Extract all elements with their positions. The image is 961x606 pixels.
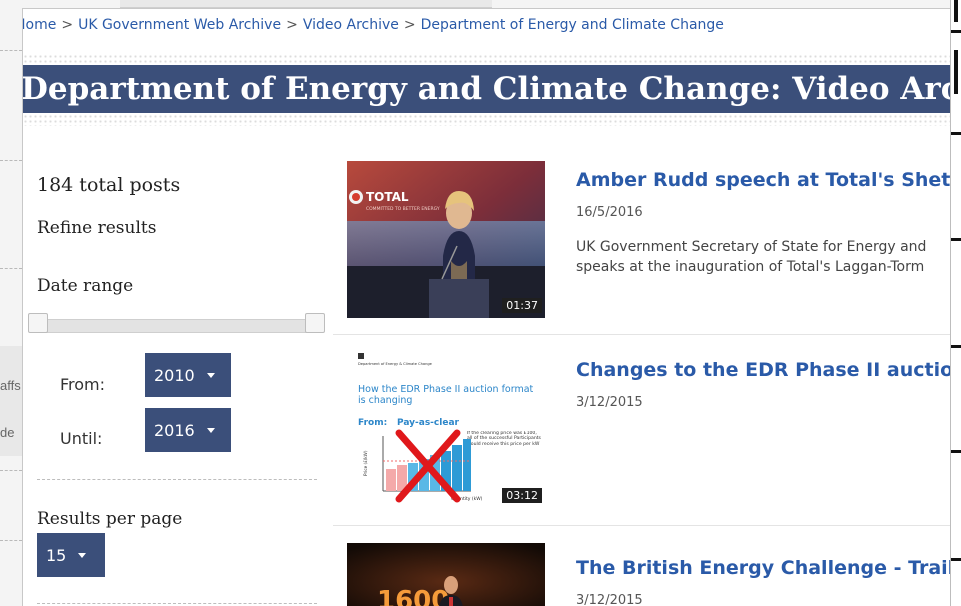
background-rail-bar	[954, 50, 958, 94]
post-description: UK Government Secretary of State for Ene…	[576, 237, 950, 277]
chevron-down-icon	[206, 427, 215, 433]
breadcrumb-separator: >	[286, 17, 298, 33]
post-item: 1600 The British Energy Challenge - Trai…	[333, 543, 950, 606]
post-description-line: speaks at the inauguration of Total's La…	[576, 259, 925, 275]
thumb-pay-as-clear: Pay-as-clear	[397, 418, 460, 428]
until-label: Until:	[60, 429, 103, 448]
video-thumbnail[interactable]: 1600	[347, 543, 545, 606]
background-rail-tick	[951, 345, 961, 348]
date-range-end-handle[interactable]	[305, 313, 325, 333]
post-description-line: UK Government Secretary of State for Ene…	[576, 239, 927, 255]
until-year-value: 2016	[154, 420, 195, 440]
video-archive-window: Home>UK Government Web Archive>Video Arc…	[22, 8, 950, 606]
total-posts-count: 184 total posts	[37, 174, 181, 196]
background-rail-tick	[951, 558, 961, 561]
post-date: 3/12/2015	[576, 593, 643, 606]
refine-results-heading: Refine results	[37, 218, 157, 238]
thumb-tagline: COMMITTED TO BETTER ENERGY	[366, 206, 440, 212]
crest-icon	[358, 353, 364, 359]
video-duration: 03:12	[502, 488, 542, 503]
video-thumbnail[interactable]: TOTAL COMMITTED TO BETTER ENERGY 01:37	[347, 161, 545, 318]
breadcrumb-home[interactable]: Home	[23, 17, 56, 33]
background-rail-tick	[951, 30, 961, 33]
thumb-yaxis: Price (£/kW)	[363, 450, 368, 476]
thumb-from: From:	[358, 418, 387, 428]
post-title-link[interactable]: Changes to the EDR Phase II auction f	[576, 359, 950, 381]
from-label: From:	[60, 375, 106, 394]
results-per-page-heading: Results per page	[37, 509, 183, 529]
breadcrumb-decc[interactable]: Department of Energy and Climate Change	[421, 17, 724, 33]
divider	[37, 603, 317, 604]
date-range-slider[interactable]	[35, 319, 318, 333]
thumb-number: 1600	[377, 586, 449, 606]
results-per-page-select[interactable]: 15	[37, 533, 105, 577]
speaker-thumbnail-image: TOTAL COMMITTED TO BETTER ENERGY	[347, 161, 545, 318]
background-text: affs	[0, 378, 21, 393]
breadcrumb-separator: >	[403, 17, 416, 33]
presenter-thumbnail-image: 1600	[347, 543, 545, 606]
date-range-heading: Date range	[37, 276, 134, 296]
breadcrumb: Home>UK Government Web Archive>Video Arc…	[23, 17, 724, 37]
background-rail-tick	[951, 450, 961, 453]
thumb-note: If the clearing price was £100, all of t…	[467, 431, 541, 447]
post-title-link[interactable]: The British Energy Challenge - Trailer	[576, 557, 950, 579]
post-divider	[333, 525, 950, 526]
background-divider	[0, 540, 22, 541]
post-item: Department of Energy & Climate Change Ho…	[333, 351, 950, 521]
background-divider	[0, 470, 22, 471]
breadcrumb-separator: >	[61, 17, 74, 33]
post-title-link[interactable]: Amber Rudd speech at Total's Shetlan	[576, 169, 950, 191]
video-thumbnail[interactable]: Department of Energy & Climate Change Ho…	[347, 351, 545, 508]
post-date: 16/5/2016	[576, 205, 643, 220]
page-title: Department of Energy and Climate Change:…	[23, 65, 950, 113]
background-top-strip	[120, 0, 492, 8]
from-year-value: 2010	[154, 365, 195, 385]
chevron-down-icon	[78, 552, 87, 558]
background-divider	[0, 268, 22, 269]
filter-sidebar: 184 total posts Refine results Date rang…	[23, 139, 325, 606]
post-item: TOTAL COMMITTED TO BETTER ENERGY 01:37 A…	[333, 161, 950, 331]
post-divider	[333, 334, 950, 335]
from-year-select[interactable]: 2010	[145, 353, 231, 397]
background-divider	[0, 50, 22, 51]
video-duration: 01:37	[502, 298, 542, 313]
divider	[37, 479, 317, 480]
breadcrumb-video-archive[interactable]: Video Archive	[303, 17, 399, 33]
thumb-brand: TOTAL	[366, 190, 409, 204]
date-range-start-handle[interactable]	[28, 313, 48, 333]
post-date: 3/12/2015	[576, 395, 643, 410]
until-year-select[interactable]: 2016	[145, 408, 231, 452]
auction-chart-thumbnail-image: Department of Energy & Climate Change Ho…	[347, 351, 545, 508]
background-rail-tick	[951, 238, 961, 241]
background-rail-tick	[951, 132, 961, 135]
background-divider	[0, 160, 22, 161]
breadcrumb-uk-government-web-archive[interactable]: UK Government Web Archive	[78, 17, 281, 33]
thumb-heading: How the EDR Phase II auction format is c…	[358, 384, 534, 406]
results-per-page-value: 15	[46, 545, 67, 565]
thumb-org: Department of Energy & Climate Change	[358, 362, 433, 366]
background-rail-bar	[954, 0, 958, 22]
background-text: de	[0, 425, 15, 440]
chevron-down-icon	[206, 372, 215, 378]
